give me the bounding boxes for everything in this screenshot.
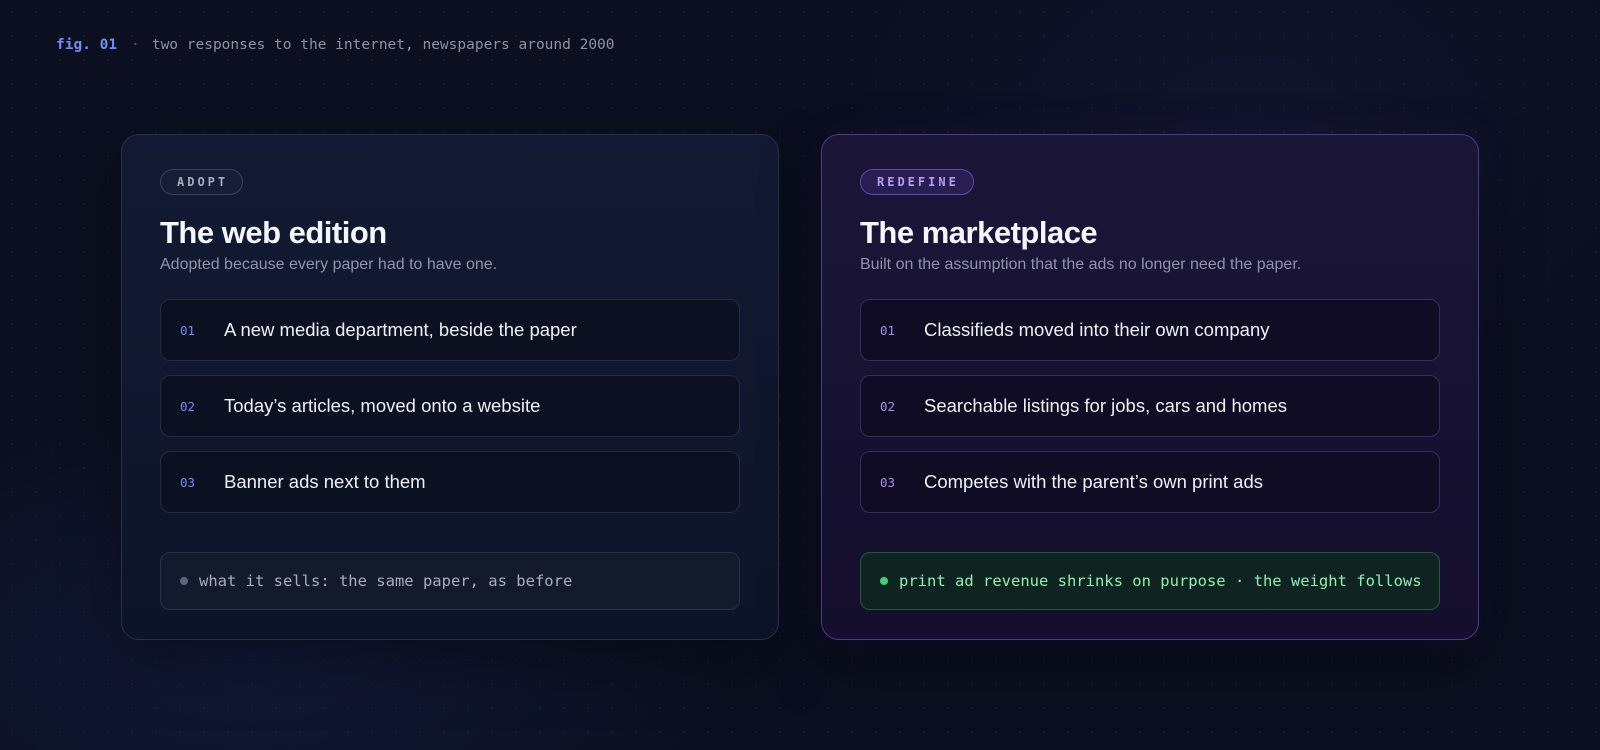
item-text: Banner ads next to them bbox=[224, 471, 426, 492]
item-number: 01 bbox=[180, 322, 196, 338]
item-number: 03 bbox=[880, 474, 896, 490]
list-item: 02 Searchable listings for jobs, cars an… bbox=[860, 375, 1440, 437]
redefine-card-subtitle: Built on the assumption that the ads no … bbox=[860, 256, 1302, 273]
adopt-footer-note: what it sells: the same paper, as before bbox=[160, 552, 740, 610]
figure-caption: fig. 01 · two responses to the internet, n… bbox=[56, 37, 615, 53]
redefine-footer-note: print ad revenue shrinks on purpose · th… bbox=[860, 552, 1440, 610]
item-number: 03 bbox=[180, 474, 196, 490]
caption-separator: · bbox=[131, 37, 140, 53]
figure-number: fig. 01 bbox=[56, 37, 118, 53]
item-text: A new media department, beside the paper bbox=[224, 319, 577, 340]
item-text: Searchable listings for jobs, cars and h… bbox=[924, 395, 1287, 416]
item-text: Today’s articles, moved onto a website bbox=[224, 395, 541, 416]
adopt-tag: ADOPT bbox=[160, 169, 244, 195]
redefine-card-title: The marketplace bbox=[860, 215, 1098, 250]
item-text: Competes with the parent’s own print ads bbox=[924, 471, 1264, 492]
redefine-tag: REDEFINE bbox=[860, 169, 974, 195]
status-dot-icon bbox=[880, 577, 888, 585]
redefine-footer-text: print ad revenue shrinks on purpose · th… bbox=[899, 572, 1422, 590]
adopt-item-list: 01 A new media department, beside the pa… bbox=[160, 299, 740, 513]
adopt-card-subtitle: Adopted because every paper had to have … bbox=[160, 256, 498, 273]
caption-text: two responses to the internet, newspaper… bbox=[151, 37, 615, 53]
status-dot-icon bbox=[180, 577, 188, 585]
list-item: 03 Competes with the parent’s own print … bbox=[860, 451, 1440, 513]
list-item: 02 Today’s articles, moved onto a websit… bbox=[160, 375, 740, 437]
list-item: 03 Banner ads next to them bbox=[160, 451, 740, 513]
list-item: 01 Classifieds moved into their own comp… bbox=[860, 299, 1440, 361]
list-item: 01 A new media department, beside the pa… bbox=[160, 299, 740, 361]
adopt-card-title: The web edition bbox=[160, 215, 387, 250]
adopt-footer-text: what it sells: the same paper, as before bbox=[199, 572, 573, 590]
item-number: 01 bbox=[880, 322, 896, 338]
item-number: 02 bbox=[180, 398, 196, 414]
item-number: 02 bbox=[880, 398, 896, 414]
redefine-card: REDEFINE The marketplace Built on the as… bbox=[821, 134, 1479, 640]
item-text: Classifieds moved into their own company bbox=[924, 319, 1270, 340]
redefine-item-list: 01 Classifieds moved into their own comp… bbox=[860, 299, 1440, 513]
adopt-card: ADOPT The web edition Adopted because ev… bbox=[121, 134, 779, 640]
